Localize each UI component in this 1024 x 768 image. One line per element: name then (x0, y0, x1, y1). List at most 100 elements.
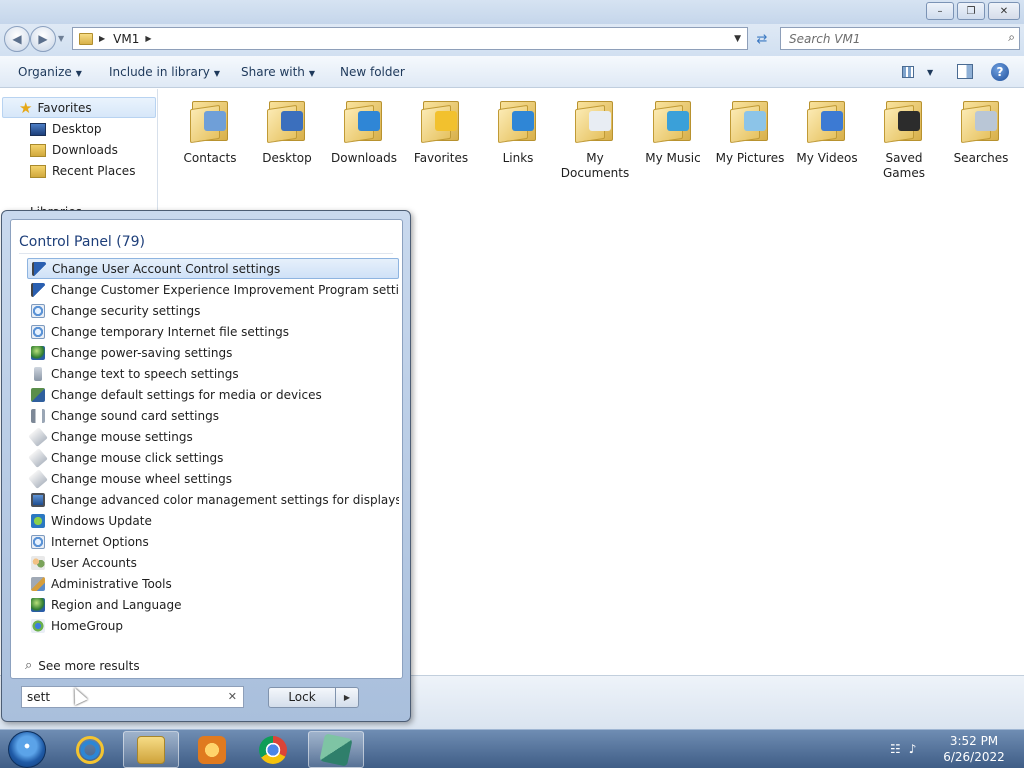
result-item[interactable]: User Accounts (27, 552, 399, 573)
include-in-library-menu[interactable]: Include in library ▼ (109, 65, 220, 79)
start-menu: Control Panel (79) Change User Account C… (1, 210, 411, 722)
folder-icon (188, 97, 232, 144)
result-item[interactable]: Administrative Tools (27, 573, 399, 594)
folder-searches[interactable]: Searches (942, 97, 1020, 177)
clock[interactable]: 3:52 PM 6/26/2022 (940, 733, 1008, 765)
start-search-input[interactable]: sett ✕ (21, 686, 244, 708)
chevron-down-icon[interactable]: ▼ (927, 68, 933, 77)
network-icon[interactable]: ☷ (890, 742, 901, 756)
chevron-down-icon: ▼ (213, 69, 221, 78)
folder-my-pictures[interactable]: My Pictures (711, 97, 789, 177)
breadcrumb-vm1[interactable]: VM1 (113, 32, 139, 46)
chevron-down-icon: ▼ (75, 69, 82, 78)
result-item[interactable]: Change advanced color management setting… (27, 489, 399, 510)
breadcrumb-arrow-icon[interactable]: ▶ (145, 34, 151, 43)
folder-icon (882, 97, 926, 144)
result-label: Region and Language (51, 597, 182, 612)
taskbar-chrome[interactable] (245, 731, 301, 768)
result-item[interactable]: Change temporary Internet file settings (27, 321, 399, 342)
folder-saved-games[interactable]: Saved Games (865, 97, 943, 180)
address-row: ◀ ▶ ▼ ▶ VM1 ▶ ▼ ⇄ Search VM1 ⌕ (0, 24, 1024, 56)
star-icon (435, 111, 457, 131)
result-item[interactable]: Change power-saving settings (27, 342, 399, 363)
forward-button[interactable]: ▶ (30, 26, 56, 52)
result-label: Windows Update (51, 513, 152, 528)
taskbar-internet-explorer[interactable] (62, 731, 118, 768)
address-dropdown-icon[interactable]: ▼ (734, 34, 741, 44)
folder-icon (419, 97, 463, 144)
folder-my-videos[interactable]: My Videos (788, 97, 866, 177)
taskbar-media-player[interactable] (184, 731, 240, 768)
music-note-icon (667, 111, 689, 131)
result-item[interactable]: Change mouse click settings (27, 447, 399, 468)
result-item[interactable]: Change mouse wheel settings (27, 468, 399, 489)
new-folder-button[interactable]: New folder (340, 65, 405, 79)
result-item[interactable]: HomeGroup (27, 615, 399, 636)
new-folder-label: New folder (340, 65, 405, 79)
result-item[interactable]: Change User Account Control settings (27, 258, 399, 279)
folder-desktop[interactable]: Desktop (248, 97, 326, 177)
minimize-button[interactable]: – (926, 2, 954, 20)
nav-item-label: Downloads (52, 143, 118, 157)
share-with-menu[interactable]: Share with ▼ (241, 65, 315, 79)
refresh-icon[interactable]: ⇄ (751, 29, 773, 49)
taskbar-setup-installer[interactable] (308, 731, 364, 768)
organize-menu[interactable]: Organize ▼ (18, 65, 82, 79)
folder-downloads[interactable]: Downloads (325, 97, 403, 177)
folder-my-music[interactable]: My Music (634, 97, 712, 177)
folder-label: Contacts (183, 151, 237, 165)
nav-item-recent-places[interactable]: Recent Places (30, 162, 135, 180)
results-group-header[interactable]: Control Panel (79) (19, 234, 393, 254)
result-item[interactable]: Windows Update (27, 510, 399, 531)
folder-label: Searches (953, 151, 1009, 165)
result-item[interactable]: Change security settings (27, 300, 399, 321)
result-item[interactable]: Change default settings for media or dev… (27, 384, 399, 405)
result-item[interactable]: Change mouse settings (27, 426, 399, 447)
folder-icon (805, 97, 849, 144)
lock-button[interactable]: Lock (269, 688, 336, 707)
change-view-button[interactable]: ▼ (902, 64, 936, 80)
nav-item-downloads[interactable]: Downloads (30, 141, 118, 159)
autoplay-icon (31, 387, 45, 402)
folder-icon (573, 97, 617, 144)
power-options-arrow-icon[interactable]: ▶ (336, 688, 358, 707)
result-item[interactable]: Change text to speech settings (27, 363, 399, 384)
result-label: Change text to speech settings (51, 366, 239, 381)
folder-my-documents[interactable]: My Documents (556, 97, 634, 180)
address-bar[interactable]: ▶ VM1 ▶ ▼ (72, 27, 748, 50)
see-more-results-link[interactable]: ⌕ See more results (25, 658, 140, 673)
result-item[interactable]: Change Customer Experience Improvement P… (27, 279, 399, 300)
breadcrumb-arrow-icon[interactable]: ▶ (99, 34, 105, 43)
folder-contacts[interactable]: Contacts (171, 97, 249, 177)
result-label: HomeGroup (51, 618, 123, 633)
search-results-panel: Control Panel (79) Change User Account C… (10, 219, 403, 679)
result-item[interactable]: Internet Options (27, 531, 399, 552)
help-icon[interactable]: ? (991, 63, 1009, 81)
recent-pages-dropdown[interactable]: ▼ (58, 34, 64, 43)
clear-search-icon[interactable]: ✕ (228, 690, 237, 703)
volume-icon[interactable]: ♪ (909, 742, 917, 756)
result-item[interactable]: Region and Language (27, 594, 399, 615)
folder-links[interactable]: Links (479, 97, 557, 177)
result-item[interactable]: Change sound card settings (27, 405, 399, 426)
preview-pane-icon[interactable] (957, 64, 973, 79)
recent-places-icon (30, 164, 46, 178)
power-button-group: Lock ▶ (268, 687, 359, 708)
monitor-icon (31, 492, 45, 507)
search-icon[interactable]: ⌕ (1008, 30, 1015, 45)
start-button[interactable] (8, 731, 46, 768)
command-bar: Organize ▼ Include in library ▼ Share with… (0, 56, 1024, 88)
nav-item-desktop[interactable]: Desktop (30, 120, 102, 138)
see-more-label: See more results (38, 658, 140, 673)
close-button[interactable]: ✕ (988, 2, 1020, 20)
maximize-button[interactable]: ❐ (957, 2, 985, 20)
flag-icon (31, 282, 45, 297)
back-button[interactable]: ◀ (4, 26, 30, 52)
folder-favorites[interactable]: Favorites (402, 97, 480, 177)
search-input[interactable]: Search VM1 ⌕ (780, 27, 1020, 50)
nav-favorites[interactable]: ★ Favorites (2, 97, 156, 118)
taskbar-windows-explorer[interactable] (123, 731, 179, 768)
homegroup-icon (31, 618, 45, 633)
mouse-icon (28, 468, 48, 489)
result-label: Change mouse wheel settings (51, 471, 233, 486)
